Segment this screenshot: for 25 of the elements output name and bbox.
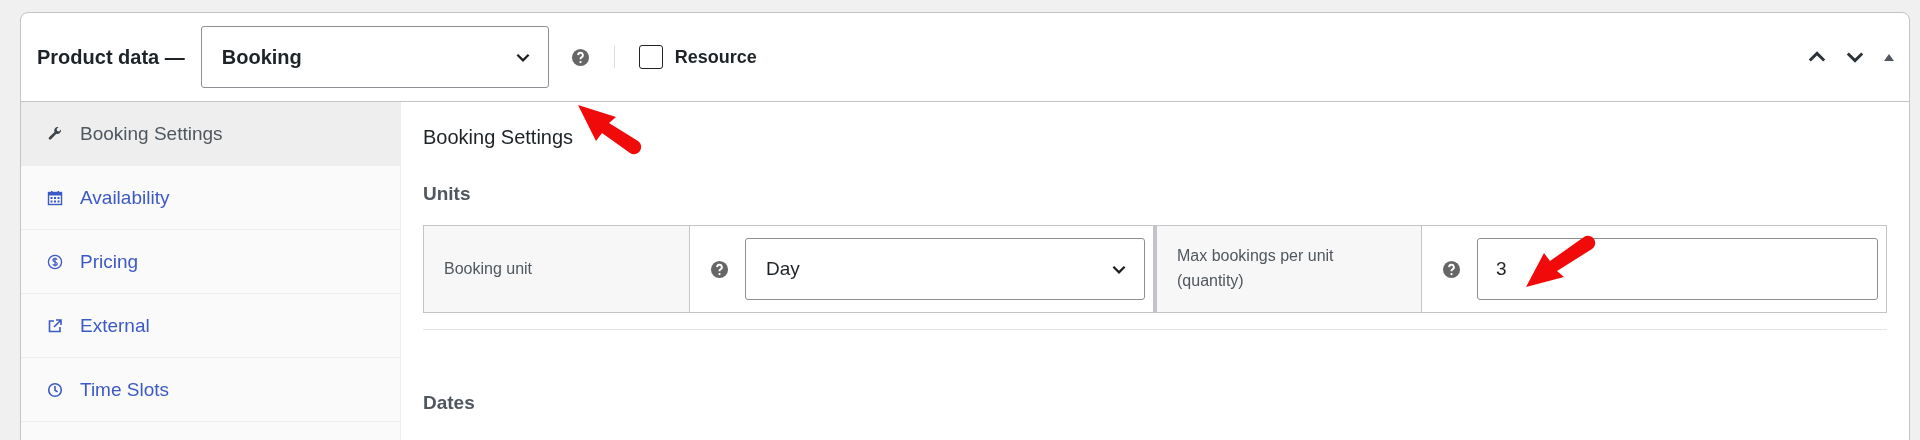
section-heading: Booking Settings <box>423 126 575 149</box>
sidebar-tab[interactable]: External <box>21 294 400 358</box>
help-icon[interactable] <box>1442 259 1461 279</box>
field-label: Max bookings per unit (quantity) <box>1154 226 1422 312</box>
wrench-icon <box>47 125 63 142</box>
clock-icon <box>47 381 63 398</box>
units-heading: Units <box>423 183 472 205</box>
sidebar-tab[interactable]: Availability <box>21 166 400 230</box>
quantity-input[interactable]: 3 <box>1477 238 1878 300</box>
product-type-select[interactable]: Booking <box>200 26 549 88</box>
sidebar-tab[interactable]: Pricing <box>21 230 400 294</box>
sidebar-tab[interactable]: Time Slots <box>21 358 400 422</box>
sidebar-tab[interactable]: Booking Settings <box>21 102 400 166</box>
collapse-icon[interactable] <box>1883 52 1895 62</box>
help-icon[interactable] <box>710 259 729 279</box>
resource-checkbox[interactable] <box>638 45 663 69</box>
calendar-icon <box>47 189 63 206</box>
help-icon[interactable] <box>570 47 590 67</box>
panel-title: Product data — <box>37 45 185 69</box>
field-label: Booking unit <box>424 226 690 312</box>
booking-unit-select[interactable]: Day <box>745 238 1145 300</box>
external-link-icon <box>47 317 63 334</box>
dates-heading: Dates <box>423 392 476 414</box>
dollar-icon <box>47 253 63 270</box>
resource-label: Resource <box>674 46 757 68</box>
